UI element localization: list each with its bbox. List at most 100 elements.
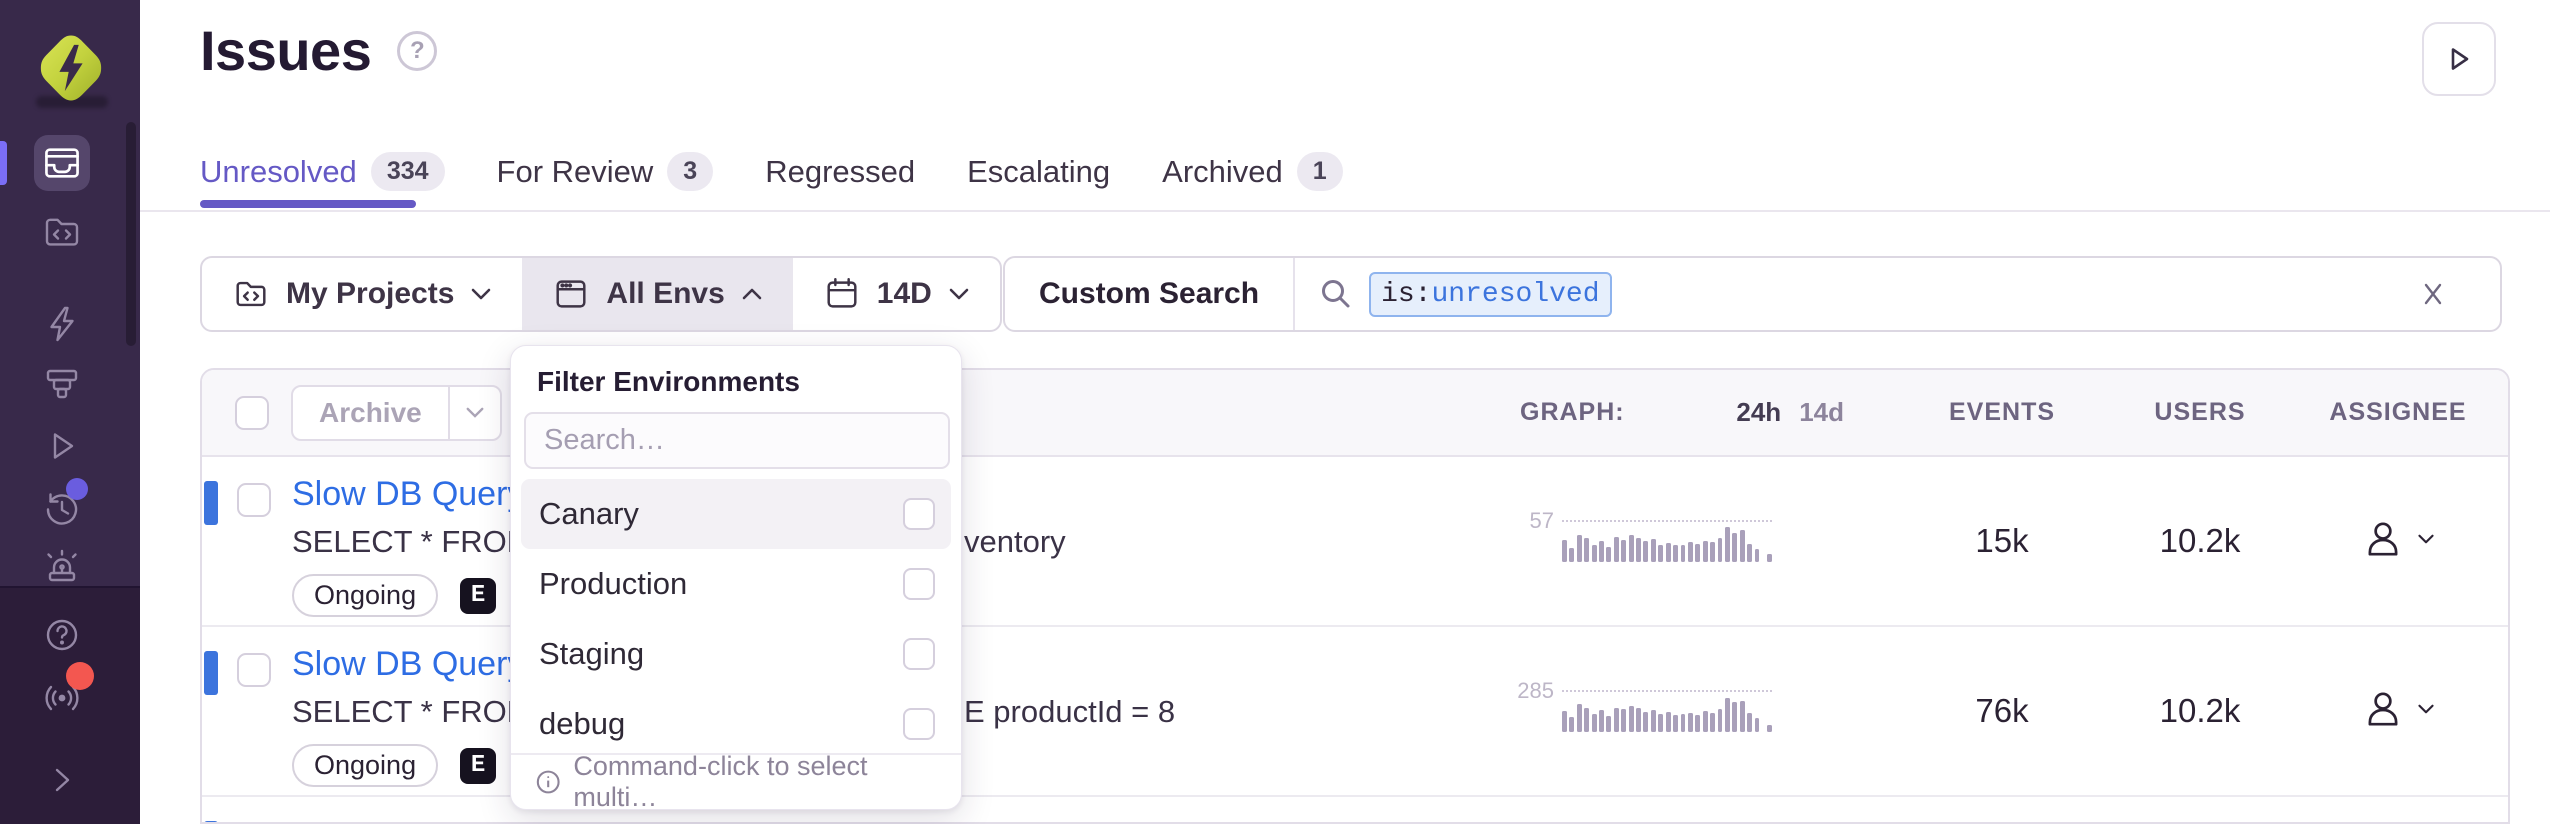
chevron-down-icon	[2417, 533, 2435, 545]
page-title: Issues	[200, 18, 371, 83]
chevron-down-icon	[465, 406, 485, 419]
env-option-production[interactable]: Production	[521, 549, 951, 619]
tab-regressed[interactable]: Regressed	[765, 154, 915, 190]
sidebar-scrollbar[interactable]	[126, 122, 136, 346]
tabs-divider	[140, 210, 2550, 212]
date-range-filter-button[interactable]: 14D	[793, 258, 1000, 330]
clear-search-button[interactable]	[2418, 279, 2448, 309]
option-checkbox[interactable]	[903, 708, 935, 740]
project-platform-icon: E	[460, 578, 496, 614]
tab-for-review[interactable]: For Review 3	[497, 152, 714, 191]
active-nav-indicator	[0, 141, 7, 185]
unread-indicator	[204, 651, 218, 695]
unread-indicator	[204, 481, 218, 525]
sidebar-item-projects[interactable]	[34, 204, 90, 260]
events-count: 15k	[1902, 522, 2102, 560]
tab-unresolved[interactable]: Unresolved 334	[200, 152, 445, 191]
environment-filter-button[interactable]: All Envs	[522, 258, 792, 330]
funnel-stack-icon	[42, 364, 82, 404]
sparkline-max-label: 285	[1508, 678, 1554, 704]
close-icon	[2418, 279, 2448, 309]
assignee-selector[interactable]	[2361, 517, 2435, 561]
custom-search-button[interactable]: Custom Search	[1005, 277, 1293, 311]
help-icon	[42, 615, 82, 655]
siren-icon	[42, 548, 82, 588]
sidebar-collapse-toggle[interactable]	[34, 752, 90, 808]
option-checkbox[interactable]	[903, 498, 935, 530]
chevron-up-icon	[741, 287, 763, 301]
whats-new-badge-dot	[66, 662, 94, 690]
env-option-canary[interactable]: Canary	[521, 479, 951, 549]
sidebar-item-whats-new[interactable]	[34, 668, 90, 724]
sidebar-item-insights[interactable]	[34, 356, 90, 412]
status-badge: Ongoing	[292, 744, 438, 787]
tab-archived[interactable]: Archived 1	[1162, 152, 1343, 191]
info-icon	[535, 768, 561, 796]
play-outline-icon	[2444, 44, 2474, 74]
archive-dropdown-button[interactable]	[448, 387, 500, 439]
assignee-selector[interactable]	[2361, 687, 2435, 731]
sidebar-item-performance[interactable]	[34, 296, 90, 352]
sidebar	[0, 0, 140, 824]
archive-button[interactable]: Archive	[293, 387, 448, 439]
issue-title-link[interactable]: Slow DB Query	[292, 645, 1672, 684]
replay-tour-button[interactable]	[2422, 22, 2496, 96]
tab-badge: 1	[1297, 152, 1343, 191]
play-icon	[42, 426, 82, 466]
app-logo-icon[interactable]	[40, 34, 102, 102]
projects-icon	[42, 212, 82, 252]
calendar-icon	[823, 275, 861, 313]
issue-culprit: SELECT * FROM p ventory	[292, 524, 1672, 560]
environment-search-input[interactable]	[524, 412, 950, 469]
chevron-down-icon	[948, 287, 970, 301]
sidebar-item-replays[interactable]	[34, 418, 90, 474]
archive-split-button: Archive	[291, 385, 502, 441]
issue-culprit: SELECT * FROM re E productId = 8	[292, 694, 1672, 730]
issue-tabs: Unresolved 334 For Review 3 Regressed Es…	[200, 152, 1343, 191]
select-all-checkbox[interactable]	[235, 396, 269, 430]
window-icon	[552, 275, 590, 313]
row-checkbox[interactable]	[237, 483, 271, 517]
tab-badge: 3	[667, 152, 713, 191]
search-icon	[1319, 277, 1353, 311]
dropdown-footer-hint: Command-click to select multi…	[511, 753, 961, 809]
issue-search-bar: Custom Search is:unresolved	[1003, 256, 2502, 332]
history-badge-dot	[66, 478, 88, 500]
events-count: 76k	[1902, 692, 2102, 730]
assignee-column-header: ASSIGNEE	[2298, 398, 2498, 427]
user-icon	[2361, 517, 2405, 561]
row-checkbox[interactable]	[237, 653, 271, 687]
tab-escalating[interactable]: Escalating	[967, 154, 1110, 190]
sidebar-item-help[interactable]	[34, 607, 90, 663]
events-column-header: EVENTS	[1902, 398, 2102, 427]
folder-code-icon	[232, 275, 270, 313]
env-option-debug[interactable]: debug	[521, 689, 951, 759]
graph-range-14d[interactable]: 14d	[1799, 397, 1844, 428]
page-help-icon[interactable]: ?	[397, 31, 437, 71]
users-column-header: USERS	[2102, 398, 2298, 427]
chevron-right-icon	[44, 762, 80, 798]
users-count: 10.2k	[2102, 692, 2298, 730]
graph-column-header: GRAPH:	[1502, 398, 1625, 427]
user-icon	[2361, 687, 2405, 731]
search-input-area[interactable]: is:unresolved	[1295, 272, 2500, 317]
project-filter-button[interactable]: My Projects	[202, 258, 522, 330]
sparkline-max-label: 57	[1508, 508, 1554, 534]
environment-options: Canary Production Staging debug	[511, 479, 961, 759]
search-token-is-unresolved[interactable]: is:unresolved	[1369, 272, 1611, 317]
sidebar-item-issues[interactable]	[34, 135, 90, 191]
env-option-staging[interactable]: Staging	[521, 619, 951, 689]
chevron-down-icon	[470, 287, 492, 301]
graph-range-24h[interactable]: 24h	[1736, 397, 1781, 428]
main-content: Issues ? Unresolved 334 For Review 3 Reg…	[140, 0, 2550, 824]
chevron-down-icon	[2417, 703, 2435, 715]
users-count: 10.2k	[2102, 522, 2298, 560]
sidebar-item-history[interactable]	[34, 480, 90, 536]
dropdown-title: Filter Environments	[511, 346, 961, 408]
lightning-icon	[42, 304, 82, 344]
option-checkbox[interactable]	[903, 638, 935, 670]
issues-icon	[42, 143, 82, 183]
environment-dropdown: Filter Environments Canary Production St…	[510, 345, 962, 810]
issue-title-link[interactable]: Slow DB Query	[292, 475, 1672, 514]
option-checkbox[interactable]	[903, 568, 935, 600]
